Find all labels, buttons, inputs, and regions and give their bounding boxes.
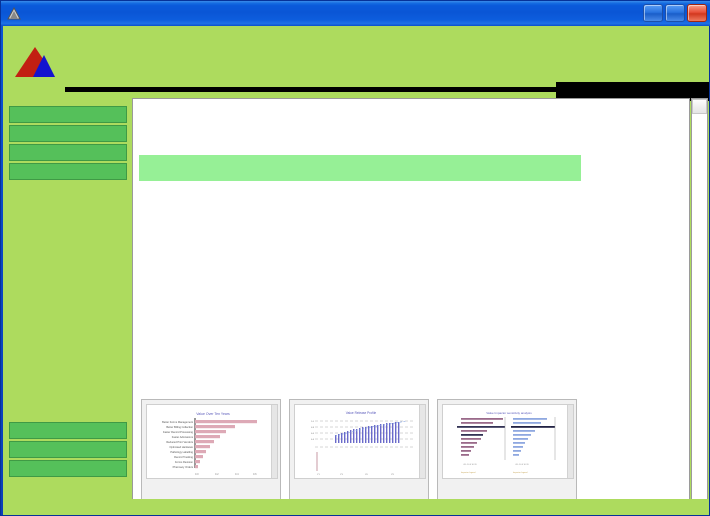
thumbnail-value-over-ten-years[interactable]: Value Over Ten Years Better Forms Manage… [141, 399, 281, 511]
logo-blue-triangle-icon [33, 55, 55, 77]
close-button[interactable] [687, 4, 707, 22]
content-vertical-scrollbar[interactable] [691, 98, 708, 515]
menu-bar [3, 26, 709, 42]
sidebar-item-executive-summary[interactable] [9, 106, 127, 123]
svg-text:Value Release Profile: Value Release Profile [346, 411, 377, 415]
sidebar-item-origin-of-financial-value[interactable] [9, 125, 127, 142]
content-panel: Value Over Ten Years Better Forms Manage… [132, 98, 690, 515]
thumbnail-scrollbar-2 [419, 405, 425, 478]
ten-year-profile-table [139, 155, 581, 181]
maximize-button[interactable] [665, 4, 685, 22]
svg-text:Value Impactor sensitivity ana: Value Impactor sensitivity analysis [486, 411, 532, 415]
svg-text:0.8: 0.8 [311, 427, 315, 429]
svg-text:0.6: 0.6 [253, 472, 257, 476]
svg-text:-20 -10 0 10 20: -20 -10 0 10 20 [515, 464, 529, 466]
svg-text:0.4: 0.4 [235, 472, 239, 476]
sidebar [3, 106, 133, 515]
thumbnail-value-release-profile[interactable]: Value Release Profile Y1 Y3 Y6 Y9 1.0 0.… [289, 399, 429, 511]
banner [3, 42, 709, 102]
minimize-button[interactable] [643, 4, 663, 22]
svg-text:Reduced Print Vendors: Reduced Print Vendors [166, 440, 193, 444]
status-strip [3, 499, 709, 515]
thumbnail-scrollbar-1 [271, 405, 277, 478]
table-header-row [139, 155, 581, 181]
svg-text:-20 -10 0 10 20: -20 -10 0 10 20 [463, 464, 477, 466]
svg-text:Optimised Hardware: Optimised Hardware [169, 445, 193, 449]
client-area: Value Over Ten Years Better Forms Manage… [3, 42, 709, 515]
application-window: Value Over Ten Years Better Forms Manage… [0, 0, 710, 516]
bar-chart-thumbnail: Value Over Ten Years Better Forms Manage… [146, 404, 278, 479]
svg-text:1.0: 1.0 [311, 421, 315, 423]
sidebar-item-what-if[interactable] [9, 422, 127, 439]
svg-text:Faster Record Processing: Faster Record Processing [163, 430, 194, 434]
svg-text:Forms Revision: Forms Revision [175, 460, 194, 464]
svg-text:Better Billing Collection: Better Billing Collection [166, 425, 193, 429]
svg-text:Y1: Y1 [317, 474, 320, 476]
svg-text:Value Over Ten Years: Value Over Ten Years [196, 412, 230, 416]
svg-text:0.6: 0.6 [311, 433, 315, 435]
svg-text:Better Forms Management: Better Forms Management [162, 420, 193, 424]
svg-text:0.2: 0.2 [215, 472, 219, 476]
svg-text:0.4: 0.4 [311, 439, 315, 441]
tornado-chart-thumbnail: Value Impactor sensitivity analysis -20 … [442, 404, 574, 479]
sidebar-item-origin-of-non-financial-value[interactable] [9, 144, 127, 161]
svg-text:Y6: Y6 [365, 474, 368, 476]
lucidus-logo [11, 44, 59, 90]
svg-text:Faster Admissions: Faster Admissions [172, 435, 194, 439]
svg-text:Y9: Y9 [391, 474, 394, 476]
thumbnail-value-impactor-sensitivity[interactable]: Value Impactor sensitivity analysis -20 … [437, 399, 577, 511]
window-controls [643, 4, 707, 22]
thumbnail-scrollbar-3 [567, 405, 573, 478]
scroll-up-button[interactable] [692, 99, 707, 114]
sidebar-item-pre-emptive-value-tracking[interactable] [9, 163, 127, 180]
svg-text:Pharmacy Orders: Pharmacy Orders [173, 465, 194, 469]
thumbnail-strip: Value Over Ten Years Better Forms Manage… [141, 399, 579, 511]
header-blank-corner [139, 155, 311, 181]
svg-text:Y3: Y3 [340, 474, 343, 476]
app-icon [6, 6, 22, 22]
svg-text:0.0: 0.0 [195, 472, 199, 476]
title-bar [1, 1, 710, 26]
sidebar-item-documents[interactable] [9, 460, 127, 477]
svg-text:Impactor legend: Impactor legend [513, 471, 527, 474]
sidebar-item-reports[interactable] [9, 441, 127, 458]
profile-grid [139, 155, 581, 181]
svg-text:Impactor legend: Impactor legend [461, 471, 475, 474]
svg-text:Record Tracking: Record Tracking [174, 455, 193, 459]
svg-text:Pathology Labelling: Pathology Labelling [170, 450, 193, 454]
bar-line-chart-thumbnail: Value Release Profile Y1 Y3 Y6 Y9 1.0 0.… [294, 404, 426, 479]
